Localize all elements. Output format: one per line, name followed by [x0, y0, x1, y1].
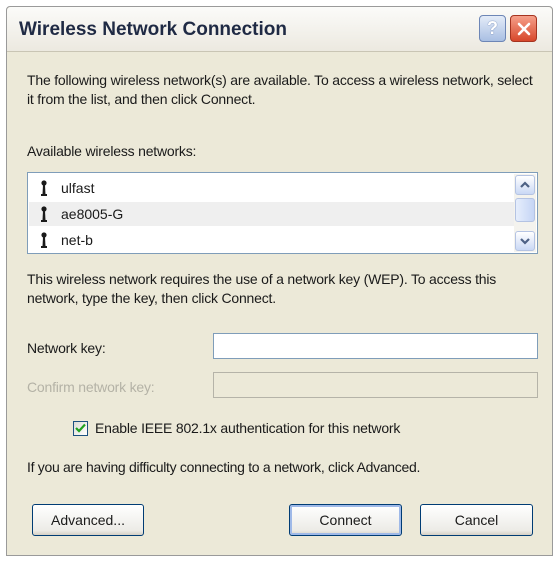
network-name: ae8005-G — [61, 206, 124, 222]
close-icon — [517, 22, 530, 35]
wep-requirement-text: This wireless network requires the use o… — [27, 271, 497, 306]
window-title: Wireless Network Connection — [19, 19, 287, 40]
intro-text: The following wireless network(s) are av… — [27, 72, 533, 107]
networks-listbox[interactable]: ulfast ae8005-G net-b — [27, 172, 538, 254]
network-name: ulfast — [61, 180, 95, 196]
network-key-label: Network key: — [27, 340, 106, 356]
list-scrollbar[interactable] — [514, 174, 536, 252]
confirm-key-label: Confirm network key: — [27, 379, 155, 395]
connect-button[interactable]: Connect — [289, 504, 402, 536]
advanced-button[interactable]: Advanced... — [32, 504, 144, 536]
wireless-connection-dialog: Wireless Network Connection ? The follow… — [6, 6, 553, 556]
network-list-item[interactable]: ulfast — [29, 176, 515, 200]
advanced-hint-text: If you are having difficulty connecting … — [27, 459, 421, 475]
scroll-down-button[interactable] — [515, 231, 535, 251]
ieee-8021x-label: Enable IEEE 802.1x authentication for th… — [95, 420, 401, 436]
chevron-up-icon — [520, 181, 530, 188]
wireless-antenna-icon — [41, 180, 47, 196]
scroll-up-button[interactable] — [515, 175, 535, 195]
scroll-thumb[interactable] — [515, 198, 535, 222]
help-button[interactable]: ? — [479, 15, 506, 42]
confirm-key-field[interactable] — [213, 372, 538, 398]
wireless-antenna-icon — [41, 206, 47, 222]
title-bar[interactable]: Wireless Network Connection ? — [7, 7, 552, 52]
chevron-down-icon — [520, 238, 530, 245]
help-icon: ? — [487, 18, 498, 38]
close-button[interactable] — [510, 15, 537, 42]
networks-label: Available wireless networks: — [27, 143, 197, 159]
network-list-item[interactable]: ae8005-G — [29, 202, 515, 226]
ieee-8021x-option[interactable]: Enable IEEE 802.1x authentication for th… — [73, 420, 400, 436]
network-key-field[interactable] — [213, 333, 538, 359]
network-name: net-b — [61, 232, 93, 248]
checkmark-icon — [75, 423, 86, 433]
ieee-8021x-checkbox[interactable] — [73, 420, 88, 436]
cancel-button[interactable]: Cancel — [420, 504, 533, 536]
wireless-antenna-icon — [41, 232, 47, 248]
network-list-item[interactable]: net-b — [29, 228, 515, 252]
